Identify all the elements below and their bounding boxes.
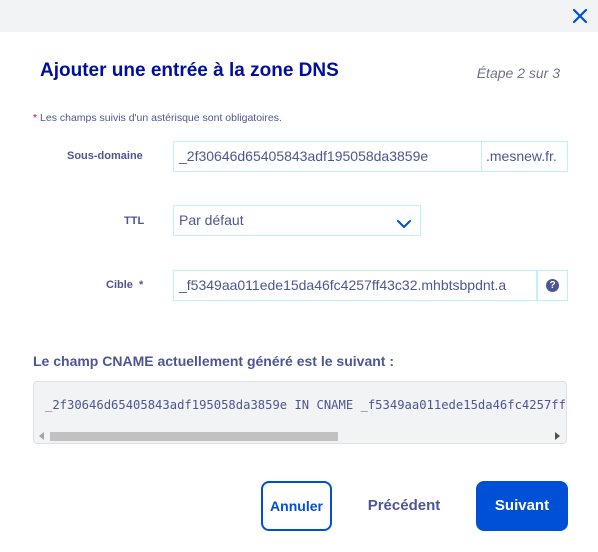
ttl-select[interactable]: Par défaut (173, 205, 421, 236)
ttl-label: TTL (124, 215, 145, 227)
target-required-star: * (139, 279, 144, 291)
target-label: Cible * (106, 279, 143, 291)
cname-record: _2f30646d65405843adf195058da3859e IN CNA… (45, 398, 566, 412)
chevron-down-icon (396, 213, 412, 229)
scrollbar-thumb[interactable] (50, 432, 338, 441)
domain-suffix: .mesnew.fr. (482, 141, 568, 172)
required-note-text: Les champs suivis d'un astérisque sont o… (37, 112, 282, 124)
scroll-left-icon[interactable] (39, 432, 44, 440)
help-button[interactable]: ? (537, 270, 568, 301)
close-icon[interactable] (570, 6, 590, 26)
required-fields-note: * Les champs suivis d'un astérisque sont… (33, 112, 282, 124)
horizontal-scrollbar[interactable] (34, 429, 566, 443)
cancel-button[interactable]: Annuler (261, 481, 332, 531)
dialog-header-bar (0, 0, 598, 32)
previous-button[interactable]: Précédent (357, 481, 451, 531)
target-input[interactable]: _f5349aa011ede15da46fc4257ff43c32.mhbtsb… (173, 270, 537, 301)
scroll-right-icon[interactable] (555, 432, 560, 440)
subdomain-input[interactable]: _2f30646d65405843adf195058da3859e (173, 141, 482, 172)
next-button[interactable]: Suivant (476, 481, 568, 531)
subdomain-label: Sous-domaine (67, 150, 143, 162)
cname-section-title: Le champ CNAME actuellement généré est l… (33, 353, 394, 369)
step-indicator: Étape 2 sur 3 (476, 65, 560, 81)
cname-preview-box[interactable]: _2f30646d65405843adf195058da3859e IN CNA… (33, 381, 567, 444)
help-icon: ? (546, 279, 559, 292)
target-label-text: Cible (106, 279, 133, 291)
dialog-title: Ajouter une entrée à la zone DNS (40, 60, 339, 81)
ttl-selected-value: Par défaut (179, 212, 244, 228)
